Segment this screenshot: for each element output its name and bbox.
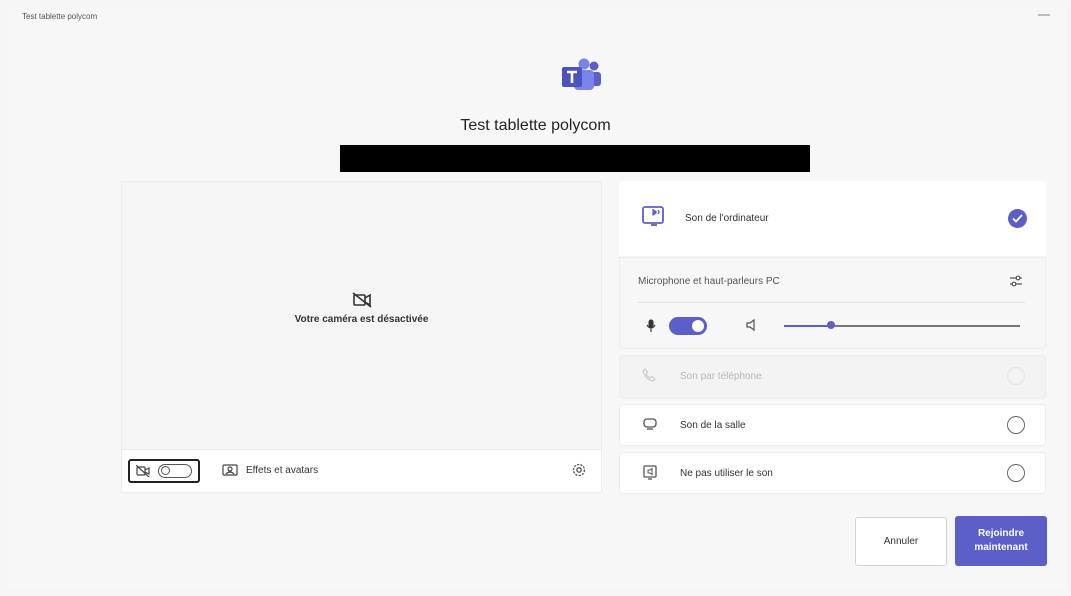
no-audio-radio[interactable] <box>1007 464 1025 482</box>
minimize-button[interactable] <box>1038 14 1050 16</box>
window-title: Test tablette polycom <box>22 12 98 21</box>
device-label: Microphone et haut-parleurs PC <box>638 276 780 287</box>
video-controls-bar: Effets et avatars <box>122 449 601 492</box>
microphone-icon <box>646 319 656 332</box>
no-audio-option[interactable]: Ne pas utiliser le son <box>619 452 1046 494</box>
gear-icon[interactable] <box>571 462 587 478</box>
computer-audio-option[interactable]: Son de l'ordinateur <box>619 181 1046 256</box>
computer-audio-icon <box>642 206 664 226</box>
room-audio-icon <box>643 418 657 430</box>
device-settings-panel: Microphone et haut-parleurs PC <box>619 257 1046 349</box>
camera-off-message: Votre caméra est désactivée <box>122 292 601 325</box>
redacted-bar <box>340 145 810 172</box>
camera-toggle-track <box>158 464 192 478</box>
phone-audio-radio <box>1007 367 1025 385</box>
join-now-button[interactable]: Rejoindre maintenant <box>955 516 1047 566</box>
cancel-button[interactable]: Annuler <box>855 517 947 566</box>
room-audio-label: Son de la salle <box>680 420 746 431</box>
effects-label: Effets et avatars <box>246 464 319 476</box>
no-audio-icon <box>643 465 657 480</box>
video-preview-panel: Votre caméra est désactivée Effets et av… <box>121 181 602 493</box>
volume-slider-fill <box>784 325 830 327</box>
effects-button[interactable]: Effets et avatars <box>222 464 318 476</box>
computer-audio-label: Son de l'ordinateur <box>685 213 769 224</box>
microphone-toggle-knob <box>692 320 704 332</box>
selected-check-icon <box>1008 209 1027 228</box>
phone-audio-label: Son par téléphone <box>680 371 762 382</box>
microphone-toggle[interactable] <box>669 317 707 335</box>
meeting-title: Test tablette polycom <box>460 117 611 134</box>
no-audio-label: Ne pas utiliser le son <box>680 468 773 479</box>
camera-off-text: Votre caméra est désactivée <box>294 314 429 325</box>
camera-toggle[interactable] <box>128 459 200 483</box>
camera-off-small-icon <box>136 465 150 477</box>
phone-audio-option: Son par téléphone <box>619 355 1046 399</box>
teams-logo-icon <box>562 58 601 90</box>
device-settings-icon[interactable] <box>1009 274 1023 288</box>
volume-slider-handle[interactable] <box>827 321 835 329</box>
phone-icon <box>642 368 656 382</box>
room-audio-radio[interactable] <box>1007 416 1025 434</box>
camera-off-icon <box>352 292 371 308</box>
effects-icon <box>222 464 238 476</box>
room-audio-option[interactable]: Son de la salle <box>619 404 1046 446</box>
divider <box>638 302 1025 303</box>
speaker-icon <box>746 318 755 332</box>
camera-toggle-knob <box>161 466 170 475</box>
